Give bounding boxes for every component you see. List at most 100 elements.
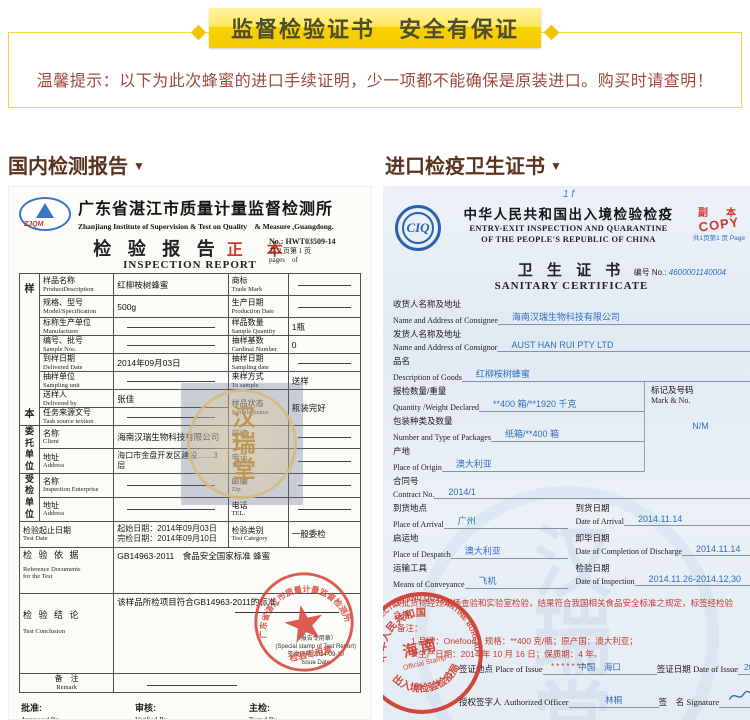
footer-label-en: Signature [687, 697, 720, 707]
field-label-cn: 合同号 [393, 475, 750, 487]
field-value: 2014.11.26-2014.12.30 [635, 574, 750, 586]
field-quantity: 报检数量/重量 Quantity /Weight Declared**400 箱… [393, 385, 644, 412]
section-title-import-certificate[interactable]: 进口检疫卫生证书 ▼ [385, 150, 562, 179]
label-cell: 检验类别Test Category [228, 521, 288, 547]
value-cell: 2014年09月03日 [114, 354, 228, 372]
label-en: TEL. [232, 510, 285, 517]
copy-mark-block: 副 本 COPY 共1页第1 页 Page [688, 200, 750, 242]
label-cell: 检 验 结 论Test Conclusion [20, 593, 114, 673]
field-label-cn: 检验日期 [576, 562, 750, 574]
section-title-label: 进口检疫卫生证书 [385, 156, 545, 178]
blank-line [147, 684, 237, 686]
label-cell: 样品状态Sample Status [228, 390, 288, 426]
value-cell [288, 426, 360, 449]
value-cell [288, 296, 360, 318]
label-cn: 检 验 依 据 [23, 550, 110, 560]
label-cell: 生产日期Production Date [228, 296, 288, 318]
field-label-en: Date of Inspection [576, 577, 635, 586]
report-pages-cn: 共 2 页第 1 页 [269, 247, 361, 256]
warm-tip-text: 温馨提示：以下为此次蜂蜜的进口手续证明，少一项都不能确保是原装进口。购买时请查明… [37, 67, 714, 91]
field-value: 澳大利亚 [451, 544, 568, 559]
sig-label-cn: 主检: [249, 703, 270, 713]
blank-line [298, 306, 352, 308]
table-row: 样本 样品名称ProductDescription 红柳桉树蜂蜜 商标Trade… [20, 274, 361, 296]
zjqm-logo-text: ZJQM [24, 221, 43, 228]
value-cell [114, 336, 228, 354]
field-value: AUST HAN RUI PTY LTD [497, 340, 750, 352]
label-cell: 电话TEL. [228, 449, 288, 473]
label-en: Sample Quantity [232, 328, 285, 335]
field-label-cn: 卸毕日期 [576, 532, 750, 544]
label-en: Reference Documents [23, 566, 110, 573]
label-en: Sample Status [232, 409, 285, 416]
label-cn: 抽样单位 [43, 372, 110, 381]
field-value: 纸箱/**400 箱 [491, 427, 644, 442]
ciq-logo-text: CIQ [406, 220, 429, 236]
table-row: 标称生产单位Manufacturer 样品数量Sample Quantity 1… [20, 318, 361, 336]
table-row: 地址Address 电话TEL. [20, 497, 361, 521]
field-label-en: Name and Address of Consignor [393, 343, 497, 352]
banner-title: 监督检验证书 安全有保证 [231, 12, 519, 44]
blank-line [127, 508, 215, 510]
field-label-cn: 收货人名称及地址 [393, 298, 750, 310]
tested-by-block: 主检: Tested By 廖建萌 日期（Date）2014-09-10 [247, 698, 361, 720]
label-cell: 样品数量Sample Quantity [228, 318, 288, 336]
sanitary-certificate-document: 1 f CIQ 中华人民共和国出入境检验检疫 ENTRY-EXIT INSPEC… [383, 186, 750, 720]
label-cell: 商标Trade Mark [228, 274, 288, 296]
table-row: 受检单位 名称Inspection Enterprise 邮编Zip [20, 473, 361, 497]
label-cn: 样品数量 [232, 318, 285, 327]
cert-title-row: 卫 生 证 书 SANITARY CERTIFICATE 编号 No.: 460… [393, 259, 750, 292]
label-cn: 检验起止日期 [23, 526, 110, 535]
value-cell: 1瓶 [288, 318, 360, 336]
test-start-date: 起始日期：2014年09月03日 [117, 524, 224, 534]
label-en: Model/Specification [43, 308, 110, 315]
label-cell: 抽样基数Cardinal Number [228, 336, 288, 354]
label-cell: 抽样日期Sampling date [228, 354, 288, 372]
footer-label-en: Authorized Officer [504, 697, 569, 707]
value-cell: 红柳桉树蜂蜜 [114, 274, 228, 296]
cert-title-en: SANITARY CERTIFICATE [393, 280, 750, 292]
label-en: Test Conclusion [23, 628, 110, 635]
side-inspected-cell: 受检单位 [20, 473, 40, 521]
blank-line [298, 460, 352, 462]
value-cell: 0 [288, 336, 360, 354]
label-cell: 规格、型号Model/Specification [40, 296, 114, 318]
section-title-domestic-report[interactable]: 国内检测报告▼ [8, 150, 145, 179]
field-origin: 产地 Place of Origin澳大利亚 [393, 445, 644, 472]
chevron-down-icon: ▼ [550, 159, 562, 173]
blank-line [298, 484, 352, 486]
label-cell: 样品名称ProductDescription [40, 274, 114, 296]
field-goods: 品名 Description of Goods红柳桉树蜂蜜 [393, 355, 750, 382]
side-sample-cell: 样本 [20, 274, 40, 426]
field-label-cn: 品名 [393, 355, 750, 367]
label-en: Address [43, 510, 110, 517]
label-cn: 邮编 [232, 429, 285, 438]
report-title-row: 检 验 报 告正 本 INSPECTION REPORT No.: HWT035… [19, 235, 361, 271]
value-cell [288, 354, 360, 372]
cert-footer: 签证地点 Place of Issue 中国 海口 签证日期 Date of I… [459, 648, 750, 708]
field-value: **400 箱/**1920 千克 [479, 397, 644, 412]
blank-line [298, 508, 352, 510]
value-cell [114, 372, 228, 390]
label-cn: 名称 [43, 429, 110, 438]
handwritten-page-mark: 1 f [563, 189, 750, 200]
value-cell [114, 497, 228, 521]
value-cell: 海口市金盘开发区建设……3层 [114, 449, 228, 473]
field-consignee: 收货人名称及地址 Name and Address of Consignee海南… [393, 298, 750, 325]
table-row: 委托单位 名称Client 海南汉瑞生物科技有限公司 邮编Zip [20, 426, 361, 449]
field-label-en: Place of Despatch [393, 550, 451, 559]
label-cn: 来样方式 [232, 372, 285, 381]
value-cell [288, 473, 360, 497]
label-en: Test Category [232, 535, 285, 542]
value-cell: 500g [114, 296, 228, 318]
cert-no-label: 编号 No.: [634, 268, 667, 277]
red-inspection-stamp: 广东省湛江市质量计量监督检测所 检验专用章 [241, 559, 367, 685]
blank-line [298, 362, 352, 364]
org-name: 广东省湛江市质量计量监督检测所 [78, 195, 334, 219]
signature-scribble [719, 688, 750, 708]
table-row: 送样人Delivered by 张佳 样品状态Sample Status 瓶装完… [20, 390, 361, 408]
blank-line [127, 344, 215, 346]
cert-number-block: 编号 No.: 4600001140004 [634, 267, 726, 278]
field-packages: 包装种类及数量 Number and Type of Packages纸箱/**… [393, 415, 644, 442]
label-cn: 任务来源文号 [43, 408, 110, 417]
